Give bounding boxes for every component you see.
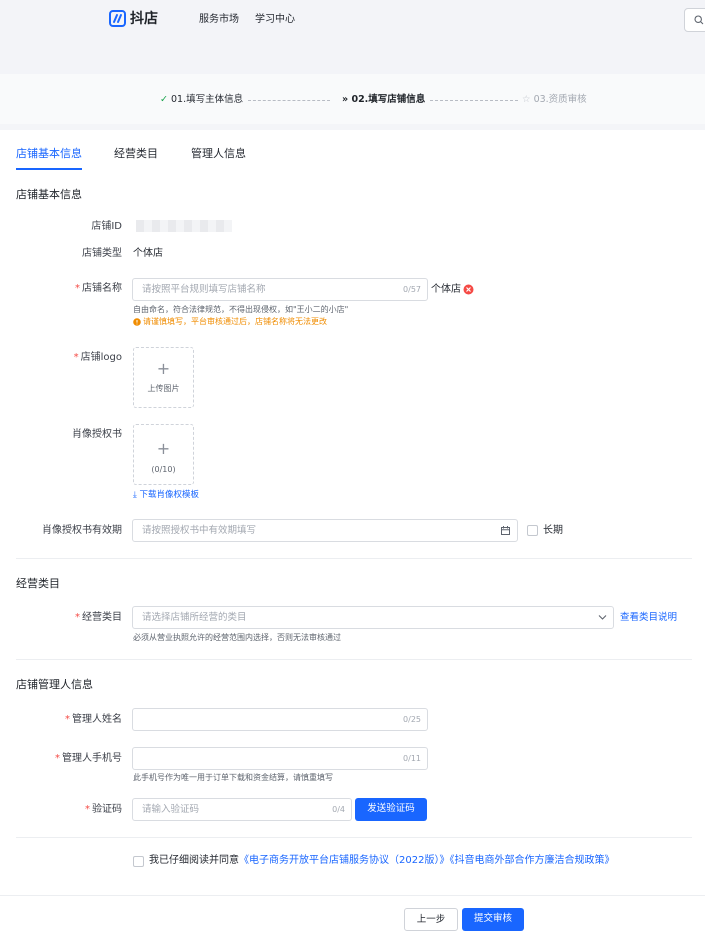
category-select[interactable]: 请选择店铺所经营的类目	[132, 606, 614, 629]
divider	[16, 659, 692, 660]
shop-type-label: 店铺类型	[82, 248, 122, 259]
code-input[interactable]: 请输入验证码 0/4	[132, 798, 352, 821]
category-placeholder: 请选择店铺所经营的类目	[142, 612, 247, 623]
nav-learning-center[interactable]: 学习中心	[255, 13, 295, 27]
long-term-checkbox[interactable]	[527, 525, 538, 536]
category-label: * 经营类目	[75, 612, 122, 623]
portrait-upload[interactable]: + (0/10)	[133, 424, 194, 485]
category-hint: 必须从营业执照允许的经营范围内选择，否则无法审核通过	[133, 633, 341, 642]
shop-name-label: * 店铺名称	[75, 283, 122, 294]
double-chevron-icon: »	[342, 94, 349, 105]
section-title-manager: 店铺管理人信息	[16, 678, 93, 691]
category-description-link[interactable]: 查看类目说明	[620, 611, 677, 624]
shop-name-input[interactable]: 请按照平台规则填写店铺名称 0/57	[132, 278, 428, 301]
download-portrait-template[interactable]: ⤓ 下载肖像权模板	[133, 489, 199, 502]
send-code-button[interactable]: 发送验证码	[355, 798, 427, 821]
code-placeholder: 请输入验证码	[142, 804, 200, 815]
shop-name-suffix: 个体店	[431, 284, 461, 295]
nav-service-market[interactable]: 服务市场	[199, 13, 239, 27]
code-counter: 0/4	[332, 805, 345, 814]
agreement-link-service[interactable]: 《电子商务开放平台店铺服务协议（2022版）》	[239, 855, 449, 866]
chevron-down-icon	[598, 615, 607, 620]
step-connector-1	[248, 100, 330, 101]
step-3: ☆ 03.资质审核	[522, 93, 587, 107]
form-card	[0, 130, 705, 895]
plus-icon: +	[156, 359, 171, 378]
logo-text[interactable]: 抖店	[130, 10, 158, 28]
portrait-upload-count: (0/10)	[151, 465, 176, 474]
tab-manager-info[interactable]: 管理人信息	[191, 146, 246, 161]
validity-label: 肖像授权书有效期	[42, 525, 122, 536]
logo-upload-text: 上传图片	[147, 384, 180, 393]
shop-id-label: 店铺ID	[91, 221, 122, 232]
logo-upload[interactable]: + 上传图片	[133, 347, 194, 408]
download-icon: ⤓	[133, 490, 137, 500]
shop-id-value	[136, 220, 232, 232]
long-term-label: 长期	[543, 525, 563, 536]
tab-category[interactable]: 经营类目	[114, 146, 158, 161]
calendar-icon	[501, 526, 510, 535]
step-1: ✓ 01.填写主体信息	[160, 93, 243, 107]
manager-name-input[interactable]: 0/25	[132, 708, 428, 731]
step-2: » 02.填写店铺信息	[342, 93, 425, 107]
search-input[interactable]	[684, 8, 705, 32]
code-label: * 验证码	[85, 804, 122, 815]
divider	[16, 558, 692, 559]
manager-phone-counter: 0/11	[403, 754, 421, 763]
manager-name-counter: 0/25	[403, 715, 421, 724]
tab-basic-info[interactable]: 店铺基本信息	[16, 146, 82, 161]
plus-icon: +	[156, 439, 171, 458]
shop-type-value: 个体店	[133, 248, 163, 259]
warning-icon	[133, 318, 141, 326]
step-connector-2	[430, 100, 518, 101]
active-tab-indicator	[16, 168, 82, 170]
agreement-checkbox[interactable]	[133, 856, 144, 867]
manager-phone-label: * 管理人手机号	[55, 753, 122, 764]
manager-phone-hint: 此手机号作为唯一用于订单下载和资金结算，请慎重填写	[133, 773, 333, 782]
star-icon: ☆	[522, 94, 531, 105]
top-header	[0, 0, 705, 74]
logo-label: * 店铺logo	[73, 352, 122, 363]
agreement-text: 我已仔细阅读并同意《电子商务开放平台店铺服务协议（2022版）》《抖音电商外部合…	[149, 854, 614, 868]
step-2-label: 02.填写店铺信息	[351, 94, 426, 105]
search-icon	[694, 15, 704, 25]
footer-bar	[0, 895, 705, 943]
validity-date-picker[interactable]: 请按照授权书中有效期填写	[132, 519, 518, 542]
validity-placeholder: 请按照授权书中有效期填写	[142, 525, 257, 536]
prev-step-button[interactable]: 上一步	[404, 908, 458, 931]
shop-name-counter: 0/57	[403, 285, 421, 294]
shop-name-hint: 自由命名，符合法律规范，不得出现侵权，如"王小二的小店"	[133, 305, 349, 314]
close-circle-icon	[463, 284, 474, 295]
submit-review-button[interactable]: 提交审核	[462, 908, 524, 931]
manager-name-label: * 管理人姓名	[65, 714, 122, 725]
shop-name-placeholder: 请按照平台规则填写店铺名称	[142, 284, 266, 295]
section-title-basic: 店铺基本信息	[16, 188, 82, 201]
portrait-label: 肖像授权书	[72, 429, 122, 440]
check-icon: ✓	[160, 94, 168, 105]
doudian-logo-icon[interactable]	[109, 10, 126, 27]
step-3-label: 03.资质审核	[533, 94, 587, 105]
shop-name-warning: 请谨慎填写，平台审核通过后，店铺名称将无法更改	[143, 317, 327, 326]
step-1-label: 01.填写主体信息	[171, 94, 244, 105]
manager-phone-input[interactable]: 0/11	[132, 747, 428, 770]
agreement-prefix: 我已仔细阅读并同意	[149, 855, 239, 866]
section-title-category: 经营类目	[16, 577, 60, 590]
agreement-link-compliance[interactable]: 《抖音电商外部合作方廉洁合规政策》	[449, 855, 614, 866]
divider	[16, 837, 692, 838]
